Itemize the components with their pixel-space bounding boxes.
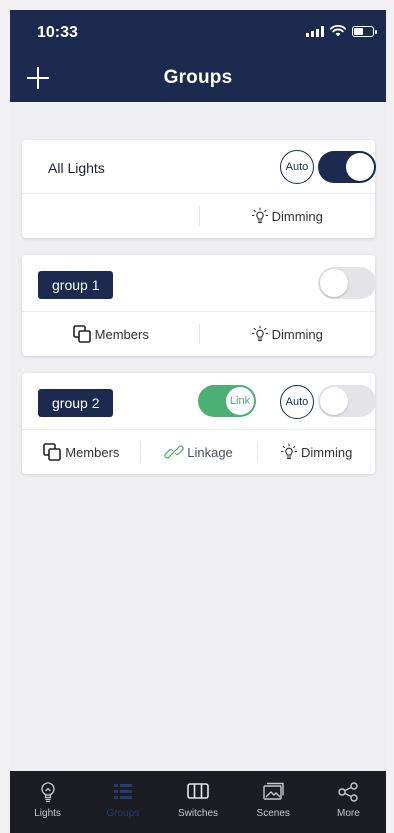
dimming-label: Dimming — [271, 208, 323, 224]
dimming-button[interactable]: Dimming — [257, 430, 375, 474]
linkage-button[interactable]: Linkage — [139, 430, 258, 474]
switches-icon — [186, 781, 210, 803]
group-name-badge[interactable]: group 2 — [38, 389, 114, 417]
all-lights-power-toggle[interactable] — [318, 151, 376, 183]
link-toggle[interactable]: Link — [198, 385, 256, 417]
tab-label: Switches — [178, 808, 219, 819]
dimming-label: Dimming — [271, 326, 323, 342]
group-1-power-toggle[interactable] — [318, 267, 376, 299]
group-2-card: group 2 Link Auto Members Linkage Dimmin… — [22, 373, 376, 474]
app-screen: 10:33 Groups All Lights Auto Dimming gro… — [10, 10, 386, 833]
tab-scenes[interactable]: Scenes — [236, 771, 311, 833]
page-title: Groups — [163, 67, 233, 88]
tab-groups[interactable]: Groups — [85, 771, 160, 833]
members-icon — [72, 324, 92, 344]
dimming-button[interactable]: Dimming — [198, 312, 376, 356]
all-lights-card: All Lights Auto Dimming — [22, 140, 376, 238]
tab-lights[interactable]: Lights — [10, 771, 85, 833]
bottom-tab-bar: Lights Groups Switches Scenes More — [10, 771, 386, 833]
wifi-icon — [330, 25, 346, 37]
bulb-icon — [251, 207, 269, 225]
empty-cell — [22, 194, 199, 238]
linkage-label: Linkage — [187, 444, 233, 460]
share-icon — [337, 781, 359, 803]
auto-button[interactable]: Auto — [280, 150, 314, 184]
auto-button[interactable]: Auto — [280, 385, 314, 419]
members-label: Members — [94, 326, 149, 342]
status-icons — [306, 25, 377, 37]
group-2-power-toggle[interactable] — [318, 385, 376, 417]
signal-icon — [306, 25, 324, 37]
members-icon — [42, 442, 62, 462]
dimming-button[interactable]: Dimming — [198, 194, 376, 238]
members-button[interactable]: Members — [22, 430, 140, 474]
tab-switches[interactable]: Switches — [160, 771, 235, 833]
members-label: Members — [65, 444, 120, 460]
members-button[interactable]: Members — [22, 312, 199, 356]
tab-label: More — [337, 808, 360, 819]
bulb-icon — [251, 325, 269, 343]
tab-more[interactable]: More — [311, 771, 386, 833]
tab-label: Scenes — [256, 808, 290, 819]
scenes-icon — [261, 781, 285, 803]
group-name: All Lights — [48, 160, 105, 176]
bulb-icon — [39, 781, 57, 803]
group-name-badge[interactable]: group 1 — [38, 271, 114, 299]
battery-icon — [352, 25, 377, 37]
link-knob: Link — [226, 387, 254, 415]
tab-label: Lights — [34, 808, 61, 819]
link-icon — [164, 444, 184, 460]
group-1-card: group 1 Members Dimming — [22, 255, 376, 356]
top-bar: 10:33 Groups — [10, 10, 386, 102]
status-time: 10:33 — [37, 24, 78, 41]
groups-icon — [112, 781, 134, 803]
tab-label: Groups — [106, 808, 140, 819]
dimming-label: Dimming — [301, 444, 353, 460]
bulb-icon — [280, 443, 298, 461]
